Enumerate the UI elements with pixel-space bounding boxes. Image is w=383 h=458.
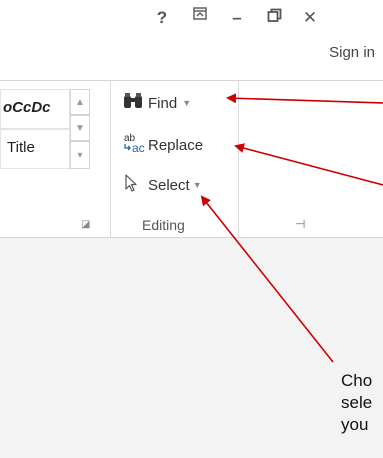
arrow-to-replace <box>234 143 383 186</box>
arrow-to-find <box>226 93 383 104</box>
callout-line: Cho <box>341 371 373 390</box>
callout-line: you <box>341 415 369 434</box>
arrow-to-select <box>200 195 334 363</box>
callout-line: sele <box>341 393 373 412</box>
annotation-arrows <box>200 93 383 363</box>
